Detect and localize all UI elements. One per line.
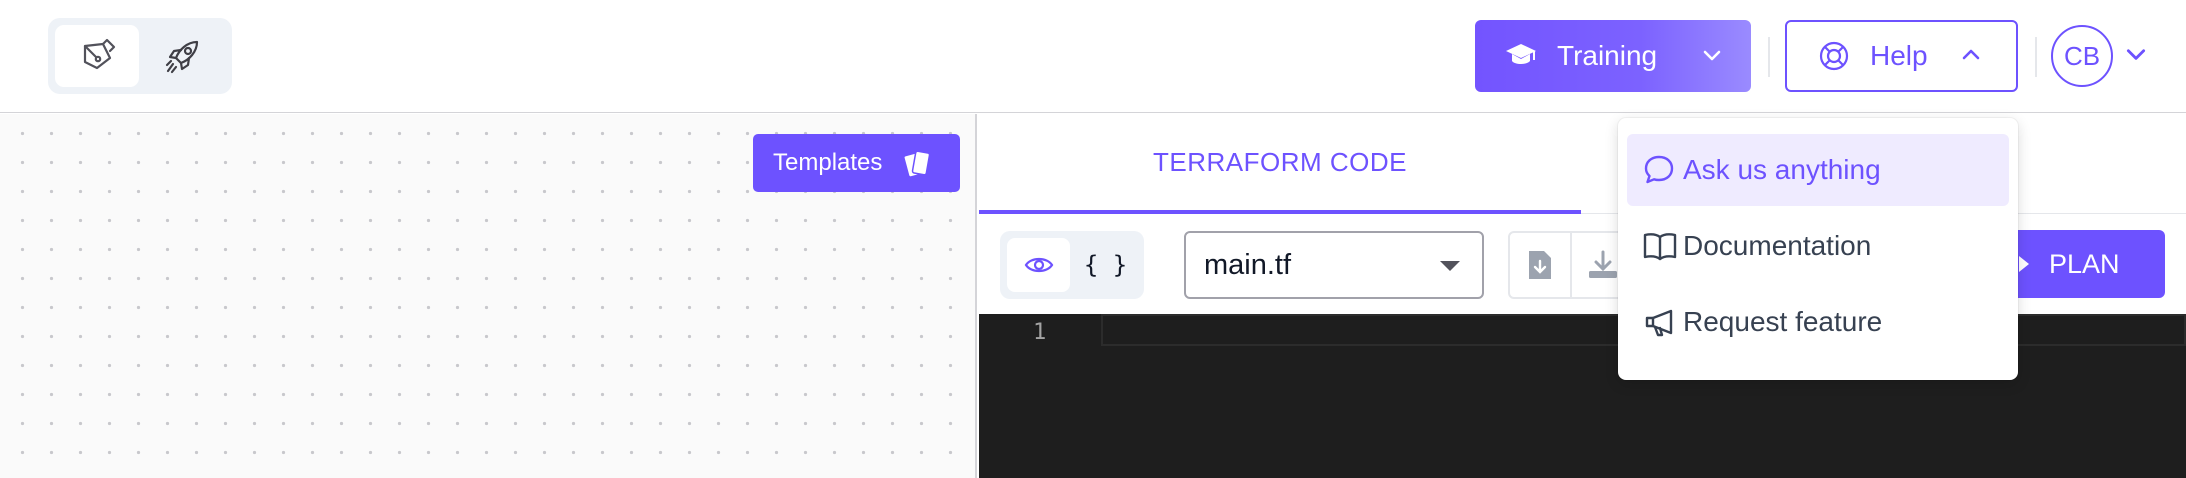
- pen-nib-icon: [83, 38, 116, 70]
- file-select-value: main.tf: [1204, 248, 1292, 281]
- cards-icon: [903, 150, 931, 178]
- chevron-up-icon: [1962, 49, 1980, 60]
- file-download-icon: [1529, 251, 1551, 279]
- plan-button[interactable]: PLAN: [1999, 230, 2165, 298]
- menu-item-label: Request feature: [1683, 306, 1883, 337]
- plan-label: PLAN: [2049, 248, 2120, 279]
- avatar-initials: CB: [2063, 40, 2101, 71]
- menu-item-label: Documentation: [1683, 230, 1872, 261]
- preview-view-button[interactable]: [1007, 238, 1070, 292]
- lifebuoy-icon: [1819, 41, 1849, 71]
- design-canvas[interactable]: Templates: [0, 114, 977, 478]
- training-button[interactable]: Training: [1475, 20, 1751, 92]
- menu-item-request-feature[interactable]: Request feature: [1627, 286, 2009, 358]
- eye-icon: [1024, 257, 1053, 273]
- rocket-icon: [165, 40, 199, 74]
- chat-bubble-icon: [1644, 155, 1674, 184]
- templates-label: Templates: [773, 149, 883, 176]
- mode-toggle: [48, 18, 232, 94]
- help-label: Help: [1870, 40, 1928, 71]
- download-icon: [1589, 250, 1617, 278]
- top-header: Training Help CB: [0, 0, 2186, 113]
- chevron-down-icon[interactable]: [2124, 42, 2148, 66]
- tab-terraform-code[interactable]: TERRAFORM CODE: [979, 114, 1581, 214]
- header-divider: [2035, 37, 2037, 77]
- import-file-button[interactable]: [1510, 233, 1572, 297]
- help-button[interactable]: Help: [1785, 20, 2018, 92]
- menu-item-ask-us-anything[interactable]: Ask us anything: [1627, 134, 2009, 206]
- header-divider: [1768, 37, 1770, 77]
- file-select[interactable]: main.tf: [1184, 231, 1484, 299]
- megaphone-icon: [1645, 309, 1673, 337]
- deploy-mode-button[interactable]: [141, 25, 225, 87]
- user-avatar[interactable]: CB: [2051, 25, 2113, 87]
- menu-item-label: Ask us anything: [1683, 154, 1881, 185]
- play-icon: [2019, 256, 2029, 272]
- book-open-icon: [1643, 233, 1677, 261]
- code-view-button[interactable]: { }: [1074, 238, 1137, 292]
- caret-down-icon: [1440, 261, 1460, 271]
- design-mode-button[interactable]: [55, 25, 139, 87]
- graduation-cap-icon: [1506, 44, 1536, 64]
- templates-button[interactable]: Templates: [753, 134, 960, 192]
- training-label: Training: [1557, 40, 1658, 71]
- menu-item-documentation[interactable]: Documentation: [1627, 210, 2009, 282]
- chevron-down-icon: [1703, 50, 1721, 61]
- line-number: 1: [1033, 320, 1047, 345]
- view-toggle: { }: [1000, 231, 1144, 299]
- help-dropdown-menu: Ask us anything Documentation Request fe…: [1618, 118, 2018, 380]
